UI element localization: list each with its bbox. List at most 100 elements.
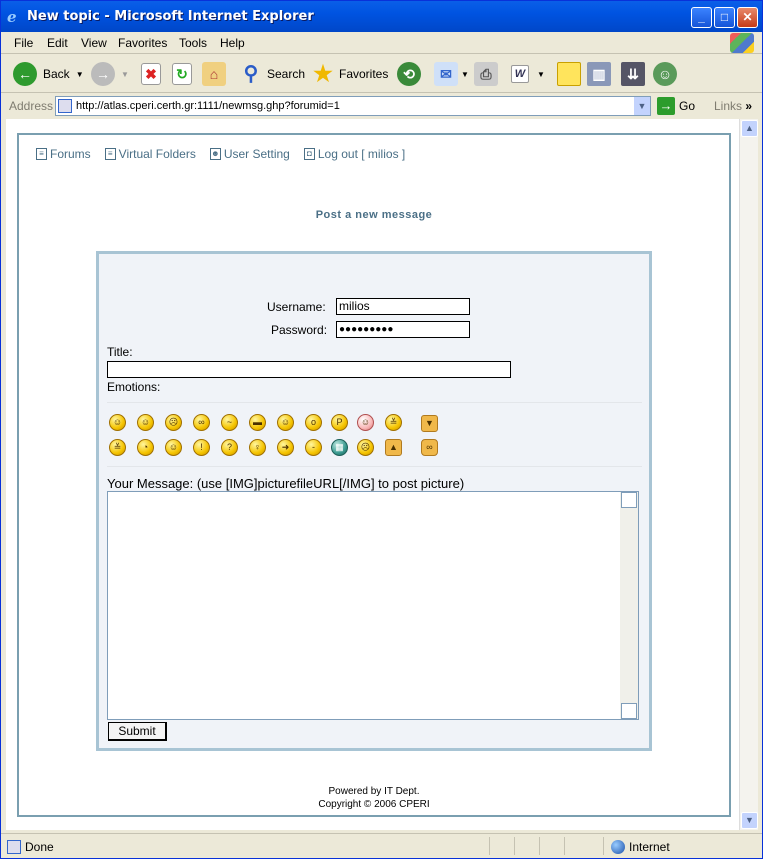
wink-icon[interactable]: ☺ xyxy=(165,439,182,456)
exclamation-icon[interactable]: ! xyxy=(193,439,210,456)
browser-window: e New topic - Microsoft Internet Explore… xyxy=(0,0,763,859)
password-field[interactable]: ●●●●●●●●● xyxy=(336,321,470,338)
devil-icon[interactable]: ≚ xyxy=(385,414,402,431)
nav-user-setting[interactable]: ☻ User Setting xyxy=(209,147,290,161)
address-url[interactable]: http://atlas.cperi.certh.gr:1111/newmsg.… xyxy=(76,100,340,112)
ie-logo-icon: e xyxy=(7,8,17,26)
laugh-icon[interactable]: ☺ xyxy=(277,414,294,431)
rolling-eyes-icon[interactable]: ◔ xyxy=(137,439,154,456)
folder-icon: ≡ xyxy=(104,148,116,160)
menu-help[interactable]: Help xyxy=(220,36,245,50)
divider xyxy=(107,466,642,467)
mail-dropdown-icon[interactable]: ▼ xyxy=(461,70,469,79)
forward-button[interactable]: → ▼ xyxy=(91,60,129,88)
stop-icon: ✖ xyxy=(141,63,161,85)
submit-button[interactable]: Submit xyxy=(108,722,167,741)
idea-icon[interactable]: ♀ xyxy=(249,439,266,456)
emotions-label: Emotions: xyxy=(107,380,161,394)
neutral-icon[interactable]: - xyxy=(305,439,322,456)
links-toolbar[interactable]: Links » xyxy=(714,99,752,113)
search-button[interactable]: ⚲ Search xyxy=(239,60,305,88)
copyright-text: Copyright © 2006 CPERI xyxy=(318,799,430,810)
page-footer: Powered by IT Dept. Copyright © 2006 CPE… xyxy=(19,785,729,811)
page-scroll-down-icon[interactable]: ▼ xyxy=(741,812,758,829)
scroll-down-button[interactable] xyxy=(621,703,637,719)
nav-logout[interactable]: ◘ Log out [ milios ] xyxy=(303,147,405,161)
research-button[interactable]: ▥ xyxy=(587,60,611,88)
message-textarea[interactable] xyxy=(107,491,639,720)
stop-button[interactable]: ✖ xyxy=(141,60,161,88)
surprised-icon[interactable]: o xyxy=(305,414,322,431)
mail-button[interactable]: ✉ ▼ xyxy=(434,60,469,88)
sad-icon[interactable]: ☹ xyxy=(165,414,182,431)
home-icon: ⌂ xyxy=(202,62,226,86)
mail-icon: ✉ xyxy=(434,62,458,86)
blush-icon[interactable]: ☺ xyxy=(357,414,374,431)
thumbs-down-icon[interactable]: ▼ xyxy=(421,415,438,432)
big-grin-icon[interactable]: ☺ xyxy=(109,414,126,431)
logout-icon: ◘ xyxy=(303,148,315,160)
question-icon[interactable]: ? xyxy=(221,439,238,456)
evil-grin-icon[interactable]: ≚ xyxy=(109,439,126,456)
back-button[interactable]: ← Back ▼ xyxy=(13,60,84,88)
teeth-icon[interactable]: ▦ xyxy=(331,439,348,456)
nav-forums[interactable]: ≡ Forums xyxy=(36,147,91,161)
menu-favorites[interactable]: Favorites xyxy=(118,36,167,50)
print-button[interactable]: ⎙ xyxy=(474,60,498,88)
status-separator xyxy=(603,837,604,855)
arrow-icon[interactable]: ➜ xyxy=(277,439,294,456)
refresh-icon: ↻ xyxy=(172,63,192,85)
discuss-button[interactable] xyxy=(557,60,581,88)
forum-nav: ≡ Forums ≡ Virtual Folders ☻ User Settin… xyxy=(36,147,405,161)
edit-button[interactable]: W ▼ xyxy=(511,60,545,88)
page-status-icon xyxy=(7,840,21,854)
maximize-button[interactable]: □ xyxy=(714,7,735,28)
menu-tools[interactable]: Tools xyxy=(179,36,207,50)
scroll-up-button[interactable] xyxy=(621,492,637,508)
history-button[interactable]: ⟲ xyxy=(397,60,421,88)
refresh-button[interactable]: ↻ xyxy=(172,60,192,88)
eyeglasses-icon[interactable]: ∞ xyxy=(193,414,210,431)
go-arrow-icon: → xyxy=(657,97,675,115)
edit-dropdown-icon[interactable]: ▼ xyxy=(537,70,545,79)
title-bar[interactable]: e New topic - Microsoft Internet Explore… xyxy=(1,1,762,32)
favorites-button[interactable]: ★ Favorites xyxy=(311,60,388,88)
toolbar: ← Back ▼ → ▼ ✖ ↻ ⌂ ⚲ Search ★ Favorites … xyxy=(1,55,762,93)
security-zone: Internet xyxy=(611,840,670,854)
messenger-button[interactable]: ☺ xyxy=(653,60,677,88)
nav-virtual-folders[interactable]: ≡ Virtual Folders xyxy=(104,147,196,161)
minimize-button[interactable]: _ xyxy=(691,7,712,28)
unhappy-icon[interactable]: ☹ xyxy=(357,439,374,456)
forward-dropdown-icon[interactable]: ▼ xyxy=(121,70,129,79)
username-field[interactable]: milios xyxy=(336,298,470,315)
menu-view[interactable]: View xyxy=(81,36,107,50)
download-button[interactable]: ⇊ xyxy=(621,60,645,88)
address-dropdown-icon[interactable]: ▼ xyxy=(634,97,650,115)
message-scrollbar[interactable] xyxy=(620,492,638,719)
status-separator xyxy=(539,837,540,855)
confused-icon[interactable]: ~ xyxy=(221,414,238,431)
close-button[interactable]: ✕ xyxy=(737,7,758,28)
address-input[interactable]: http://atlas.cperi.certh.gr:1111/newmsg.… xyxy=(55,96,651,116)
page-scroll-up-icon[interactable]: ▲ xyxy=(741,120,758,137)
smile-teeth-icon[interactable]: ☺ xyxy=(137,414,154,431)
word-icon: W xyxy=(511,65,529,83)
thumbs-up-icon[interactable]: ▲ xyxy=(385,439,402,456)
password-label: Password: xyxy=(271,323,328,337)
title-field[interactable] xyxy=(107,361,511,378)
menu-edit[interactable]: Edit xyxy=(47,36,68,50)
address-bar: Address http://atlas.cperi.certh.gr:1111… xyxy=(1,94,762,119)
page-frame: ≡ Forums ≡ Virtual Folders ☻ User Settin… xyxy=(17,133,731,817)
cool-icon[interactable]: ▬ xyxy=(249,414,266,431)
back-dropdown-icon[interactable]: ▼ xyxy=(76,70,84,79)
page-scrollbar[interactable]: ▲ ▼ xyxy=(739,119,758,830)
menu-file[interactable]: File xyxy=(14,36,33,50)
note-icon xyxy=(557,62,581,86)
tongue-icon[interactable]: P xyxy=(331,414,348,431)
go-button[interactable]: → Go xyxy=(657,97,695,115)
status-bar: Done Internet xyxy=(1,833,762,858)
home-button[interactable]: ⌂ xyxy=(202,60,226,88)
handshake-icon[interactable]: ∞ xyxy=(421,439,438,456)
title-label: Title: xyxy=(107,345,133,359)
status-separator xyxy=(489,837,490,855)
